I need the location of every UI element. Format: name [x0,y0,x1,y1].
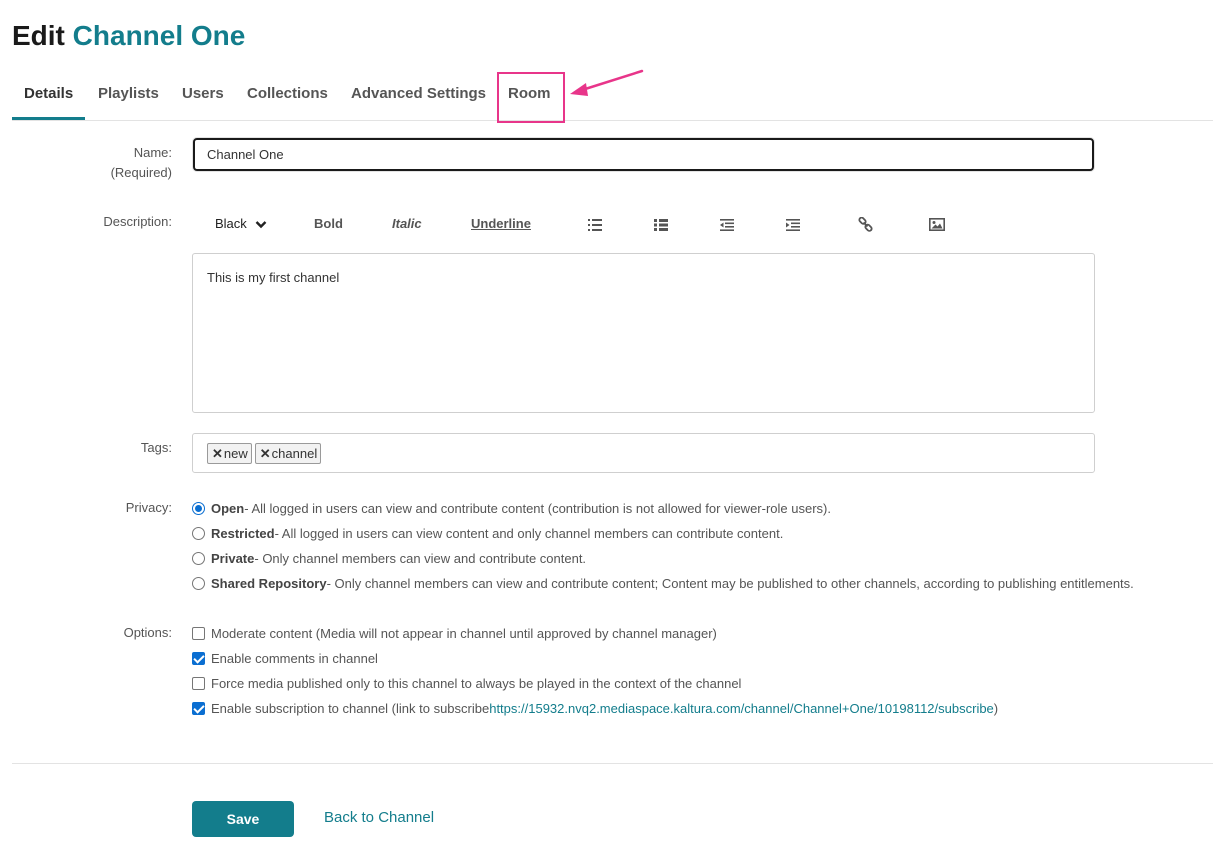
option-label: Enable subscription to channel (link to … [211,700,490,716]
save-button[interactable]: Save [192,801,294,837]
checkbox[interactable] [192,651,205,665]
checkbox[interactable] [192,676,205,690]
page-title-channel-name: Channel One [72,20,246,51]
option-label-suffix: ) [993,700,999,716]
privacy-option-private[interactable]: Private - Only channel members can view … [192,548,586,568]
tab-collections[interactable]: Collections [247,70,328,120]
close-icon[interactable]: ✕ [260,446,271,461]
image-icon[interactable] [927,205,947,243]
privacy-label: Privacy: [125,500,172,515]
name-label-text: Name: [133,145,172,160]
tab-details[interactable]: Details [12,70,86,120]
text-color-value: Black [215,216,247,231]
privacy-option-description: - All logged in users can view and contr… [244,500,831,516]
option-label: Moderate content (Media will not appear … [211,625,717,641]
privacy-option-description: - Only channel members can view and cont… [254,550,587,566]
name-input[interactable]: Channel One [193,138,1094,171]
divider [12,763,1213,764]
checkbox[interactable] [192,701,205,715]
name-required-text: (Required) [110,165,172,180]
italic-button[interactable]: Italic [392,205,422,243]
description-label: Description: [103,214,172,229]
privacy-option-name: Shared Repository [211,575,327,591]
page-title-prefix: Edit [12,20,65,51]
outdent-icon[interactable] [717,205,737,243]
radio-button[interactable] [192,551,205,565]
tab-advanced-settings[interactable]: Advanced Settings [351,70,486,120]
annotation-arrow-icon [570,69,644,96]
ordered-list-icon[interactable] [651,205,671,243]
privacy-option-shared-repository[interactable]: Shared Repository - Only channel members… [192,573,1134,593]
back-to-channel-link[interactable]: Back to Channel [324,809,434,826]
bold-button[interactable]: Bold [314,205,343,243]
tag-chip[interactable]: ✕channel [254,443,322,464]
underline-button[interactable]: Underline [471,205,531,243]
indent-icon[interactable] [783,205,803,243]
page-title: Edit Channel One [12,20,245,52]
privacy-option-open[interactable]: Open - All logged in users can view and … [192,498,831,518]
text-color-select[interactable]: Black [215,205,267,243]
privacy-option-restricted[interactable]: Restricted - All logged in users can vie… [192,523,783,543]
privacy-option-description: - Only channel members can view and cont… [326,575,1134,591]
close-icon[interactable]: ✕ [212,446,223,461]
privacy-option-name: Restricted [211,525,275,541]
option-enable-subscription[interactable]: Enable subscription to channel (link to … [192,698,998,718]
radio-button[interactable] [192,526,205,540]
option-label: Force media published only to this chann… [211,675,742,691]
tab-playlists[interactable]: Playlists [98,70,159,120]
tag-chip-label: channel [271,446,318,461]
tags-input[interactable]: ✕new ✕channel [192,433,1095,473]
radio-button[interactable] [192,576,205,590]
options-label: Options: [123,625,172,640]
name-label: Name: (Required) [111,143,172,183]
privacy-option-name: Open [211,500,245,516]
chevron-down-icon [255,221,267,229]
option-force-channel-context[interactable]: Force media published only to this chann… [192,673,741,693]
description-textarea[interactable]: This is my first channel [192,253,1095,413]
privacy-option-name: Private [211,550,255,566]
link-icon[interactable] [855,205,875,243]
tag-chip[interactable]: ✕new [207,443,252,464]
checkbox[interactable] [192,626,205,640]
tag-chip-label: new [223,446,248,461]
radio-button[interactable] [192,501,205,515]
description-toolbar: Black Bold Italic Underline [193,205,1095,243]
option-label: Enable comments in channel [211,650,378,666]
subscribe-link[interactable]: https://15932.nvq2.mediaspace.kaltura.co… [489,701,994,716]
tab-room[interactable]: Room [508,70,551,120]
tags-label: Tags: [140,440,172,455]
option-enable-comments[interactable]: Enable comments in channel [192,648,378,668]
option-moderate-content[interactable]: Moderate content (Media will not appear … [192,623,717,643]
tab-users[interactable]: Users [182,70,224,120]
privacy-option-description: - All logged in users can view content a… [274,525,784,541]
unordered-list-icon[interactable] [585,205,605,243]
